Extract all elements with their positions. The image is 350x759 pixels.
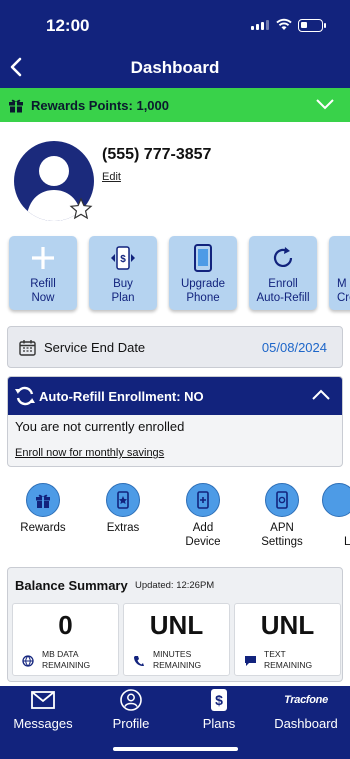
app-header: 12:00 Dashboard: [0, 0, 350, 88]
status-time: 12:00: [46, 16, 90, 35]
edit-profile-link[interactable]: Edit: [102, 171, 121, 183]
balance-value: 0: [58, 610, 73, 640]
balance-label-line2: REMAINING: [42, 660, 91, 670]
refresh-icon: [15, 386, 35, 406]
apn-settings-icon: [276, 491, 288, 509]
balance-label-line2: REMAINING: [153, 660, 202, 670]
shortcut-label: Add: [192, 522, 214, 534]
shortcut-label-line2: Device: [185, 536, 221, 548]
svg-text:$: $: [215, 692, 223, 708]
envelope-icon: [31, 691, 55, 709]
rewards-points-label: Rewards Points: 1,000: [31, 97, 169, 113]
gift-icon: [9, 99, 23, 113]
auto-refill-message: You are not currently enrolled: [15, 419, 185, 434]
auto-refill-panel: Auto-Refill Enrollment: NO You are not c…: [7, 376, 343, 467]
balance-updated-time: Updated: 12:26PM: [135, 580, 215, 591]
rewards-shortcut[interactable]: Rewards: [3, 483, 83, 535]
person-icon: [120, 689, 142, 711]
action-tiles: Refill Now $ Buy Plan Upgrade Phone Enroll A…: [9, 236, 350, 310]
enroll-auto-refill-button[interactable]: Enroll Auto-Refill: [249, 236, 317, 310]
wifi-icon: [276, 18, 292, 30]
gift-icon: [36, 494, 50, 508]
tab-label: Profile: [112, 716, 150, 731]
balance-value: UNL: [260, 610, 315, 640]
balance-label-line2: REMAINING: [264, 660, 313, 670]
enroll-link[interactable]: Enroll now for monthly savings: [15, 447, 164, 459]
tile-label-line1: Buy: [113, 278, 133, 290]
tile-label-line1: Upgrade: [180, 278, 226, 290]
plus-icon: [32, 247, 54, 269]
tile-label-line2: Now: [31, 292, 55, 304]
tile-label-line2: Cre: [337, 292, 350, 304]
more-shortcut[interactable]: L: [322, 483, 350, 549]
balance-label-line1: TEXT: [264, 649, 286, 659]
tile-label-line2: Plan: [111, 292, 135, 304]
add-device-icon: [197, 491, 209, 509]
text-balance-card[interactable]: UNL TEXT REMAINING: [234, 603, 341, 676]
balance-summary-panel: Balance Summary Updated: 12:26PM 0 MB DA…: [7, 567, 343, 682]
svg-text:$: $: [120, 254, 126, 265]
service-end-date-row: Service End Date 05/08/2024: [7, 326, 343, 368]
minutes-balance-card[interactable]: UNL MINUTES REMAINING: [123, 603, 230, 676]
tab-label: Plans: [202, 716, 236, 731]
tab-plans[interactable]: $ Plans: [176, 688, 262, 731]
tile-label-line1: Enroll: [268, 278, 298, 290]
dollar-icon: $: [211, 689, 227, 711]
buy-plan-button[interactable]: $ Buy Plan: [89, 236, 157, 310]
minutes-icon: [134, 656, 144, 666]
battery-icon: [298, 19, 326, 32]
shortcut-label: L: [344, 536, 350, 548]
tile-label-line1: M: [337, 278, 347, 290]
auto-refill-title: Auto-Refill Enrollment: NO: [39, 388, 204, 404]
refresh-icon: [273, 247, 293, 267]
tab-label: Dashboard: [274, 716, 338, 731]
shortcut-label: Extras: [106, 522, 140, 534]
page-title: Dashboard: [130, 58, 220, 77]
tab-profile[interactable]: Profile: [88, 688, 174, 731]
text-icon: [245, 656, 256, 666]
extras-icon: [117, 491, 129, 509]
apn-settings-shortcut[interactable]: APN Settings: [242, 483, 322, 549]
phone-icon: [194, 244, 212, 272]
more-tile-button[interactable]: M Cre: [329, 236, 350, 310]
rewards-bar[interactable]: Rewards Points: 1,000: [0, 88, 350, 122]
data-icon: [22, 655, 34, 667]
chevron-down-icon[interactable]: [316, 98, 334, 110]
star-icon[interactable]: [69, 197, 93, 221]
brand-logo: Tracfone: [284, 694, 328, 706]
auto-refill-header[interactable]: Auto-Refill Enrollment: NO: [8, 377, 342, 415]
tab-label: Messages: [13, 716, 73, 731]
balance-label-line1: MINUTES: [153, 649, 192, 659]
upgrade-phone-button[interactable]: Upgrade Phone: [169, 236, 237, 310]
tile-label-line2: Phone: [186, 292, 220, 304]
chevron-up-icon[interactable]: [312, 389, 330, 401]
extras-shortcut[interactable]: Extras: [83, 483, 163, 535]
shortcut-label-line2: Settings: [261, 536, 303, 548]
phone-number: (555) 777-3857: [102, 146, 212, 163]
shortcut-row: Rewards Extras Add Device APN Settings L: [0, 483, 350, 553]
home-indicator: [113, 747, 238, 751]
service-end-date-value: 05/08/2024: [261, 339, 327, 355]
balance-value: UNL: [149, 610, 204, 640]
tab-dashboard[interactable]: Tracfone Dashboard: [263, 688, 349, 731]
tab-messages[interactable]: Messages: [0, 688, 86, 731]
data-balance-card[interactable]: 0 MB DATA REMAINING: [12, 603, 119, 676]
tile-label-line2: Auto-Refill: [256, 292, 310, 304]
calendar-icon: [19, 339, 36, 356]
signal-icon: [251, 20, 269, 30]
service-end-date-label: Service End Date: [44, 339, 146, 355]
refill-now-button[interactable]: Refill Now: [9, 236, 77, 310]
balance-label-line1: MB DATA: [42, 649, 79, 659]
buy-plan-icon: $: [111, 246, 135, 270]
shortcut-label: Rewards: [20, 522, 66, 534]
shortcut-label: APN: [270, 522, 294, 534]
balance-summary-title: Balance Summary: [15, 578, 128, 593]
tile-label-line1: Refill: [30, 278, 56, 290]
add-device-shortcut[interactable]: Add Device: [163, 483, 243, 549]
